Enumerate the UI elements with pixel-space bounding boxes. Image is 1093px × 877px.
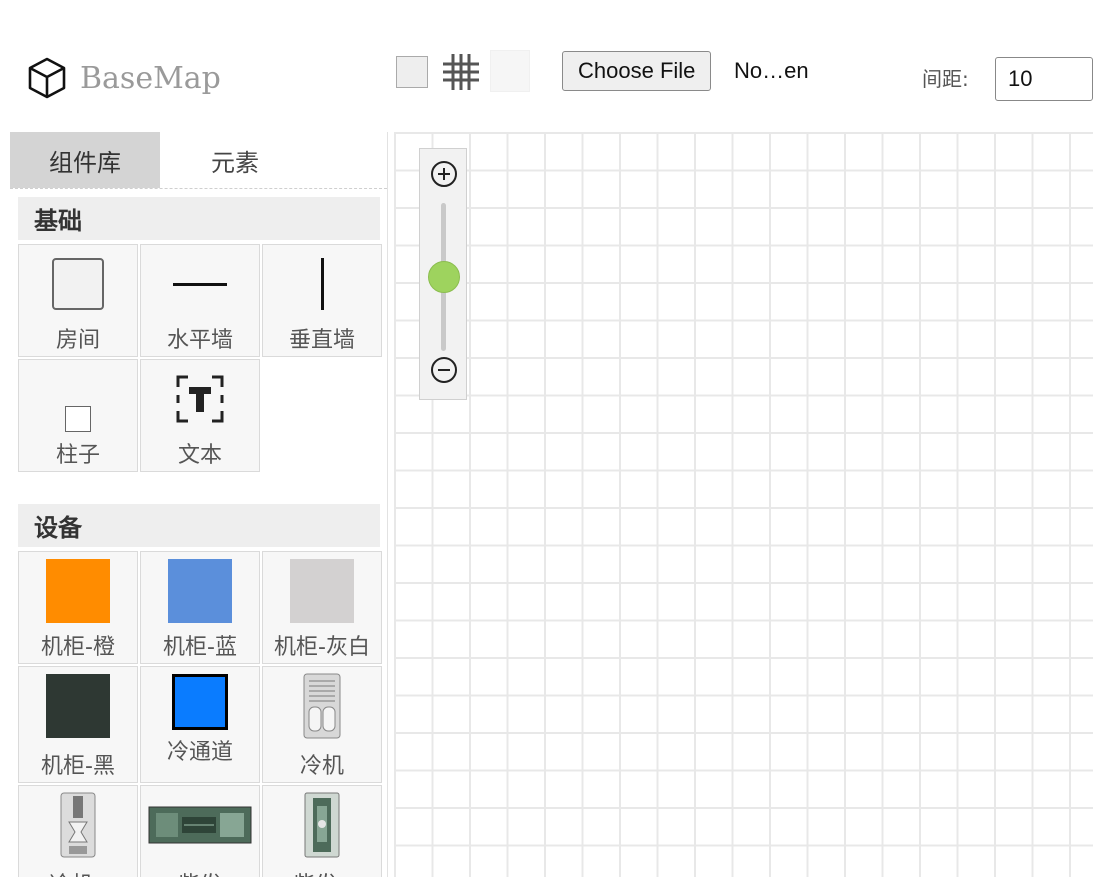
zoom-control xyxy=(419,148,467,400)
horizontal-wall-icon xyxy=(173,282,227,286)
component-label: 柴发 xyxy=(141,867,259,877)
component-cabinet-blue[interactable]: 机柜-蓝 xyxy=(140,551,260,664)
diesel-generator-a-icon xyxy=(304,792,340,858)
component-label: 冷机a xyxy=(19,867,137,877)
component-horizontal-wall[interactable]: 水平墙 xyxy=(140,244,260,357)
component-diesel-generator-a[interactable]: 柴发a xyxy=(262,785,382,877)
cube-icon xyxy=(28,57,66,99)
cabinet-black-swatch xyxy=(46,674,110,738)
vertical-wall-icon xyxy=(320,258,324,310)
fill-color-swatch[interactable] xyxy=(396,56,428,88)
diesel-generator-icon xyxy=(148,806,252,844)
spacing-input[interactable] xyxy=(995,57,1093,101)
component-room[interactable]: 房间 xyxy=(18,244,138,357)
top-toolbar: BaseMap Choose File No…en 间距: xyxy=(0,0,1093,132)
component-label: 冷通道 xyxy=(166,740,233,765)
component-text[interactable]: 文本 xyxy=(140,359,260,472)
app-logo: BaseMap xyxy=(24,55,221,101)
component-chiller[interactable]: 冷机 xyxy=(262,666,382,783)
component-cold-aisle[interactable]: 冷通道 xyxy=(140,666,260,783)
component-vertical-wall[interactable]: 垂直墙 xyxy=(262,244,382,357)
component-label: 机柜-灰白 xyxy=(274,635,370,660)
grid-toggle-icon[interactable] xyxy=(441,52,481,92)
app-title: BaseMap xyxy=(80,60,221,96)
component-label: 文本 xyxy=(177,443,222,468)
zoom-slider-handle[interactable] xyxy=(428,261,460,293)
chiller-a-icon xyxy=(60,792,96,858)
cabinet-blue-swatch xyxy=(168,559,232,623)
section-title-equipment: 设备 xyxy=(18,504,380,547)
tab-elements[interactable]: 元素 xyxy=(160,132,310,188)
selected-file-name: No…en xyxy=(734,58,809,83)
spacing-label: 间距: xyxy=(922,67,969,91)
component-label: 机柜-橙 xyxy=(41,635,115,660)
cold-aisle-swatch xyxy=(172,674,228,730)
component-label: 房间 xyxy=(55,328,100,353)
choose-file-button[interactable]: Choose File xyxy=(562,51,712,91)
component-sidebar: 组件库 元素 基础 房间 水平墙 垂直墙 柱子 文本 设备 机柜-橙 机柜-蓝 … xyxy=(10,132,388,877)
component-cabinet-black[interactable]: 机柜-黑 xyxy=(18,666,138,783)
background-color-swatch[interactable] xyxy=(490,50,530,92)
minus-circle-icon[interactable] xyxy=(429,355,459,385)
pillar-icon xyxy=(65,406,91,432)
text-icon xyxy=(176,375,224,423)
component-label: 柱子 xyxy=(55,443,100,468)
sidebar-tabs: 组件库 元素 xyxy=(10,132,387,189)
equipment-components-grid: 机柜-橙 机柜-蓝 机柜-灰白 机柜-黑 冷通道 冷机 xyxy=(18,551,384,877)
component-label: 垂直墙 xyxy=(288,328,355,353)
chiller-icon xyxy=(303,673,341,739)
tab-component-library[interactable]: 组件库 xyxy=(10,132,160,188)
section-title-basic: 基础 xyxy=(18,197,380,240)
cabinet-gray-white-swatch xyxy=(290,559,354,623)
room-icon xyxy=(52,258,104,310)
component-pillar[interactable]: 柱子 xyxy=(18,359,138,472)
component-chiller-a[interactable]: 冷机a xyxy=(18,785,138,877)
component-label: 机柜-蓝 xyxy=(163,635,237,660)
map-canvas[interactable] xyxy=(394,132,1093,877)
basic-components-grid: 房间 水平墙 垂直墙 柱子 文本 xyxy=(18,244,384,472)
component-label: 冷机 xyxy=(299,754,344,779)
component-cabinet-gray-white[interactable]: 机柜-灰白 xyxy=(262,551,382,664)
component-cabinet-orange[interactable]: 机柜-橙 xyxy=(18,551,138,664)
cabinet-orange-swatch xyxy=(46,559,110,623)
component-diesel-generator[interactable]: 柴发 xyxy=(140,785,260,877)
component-label: 水平墙 xyxy=(166,328,233,353)
component-label: 柴发a xyxy=(263,867,381,877)
plus-circle-icon[interactable] xyxy=(429,159,459,189)
component-label: 机柜-黑 xyxy=(41,754,115,779)
